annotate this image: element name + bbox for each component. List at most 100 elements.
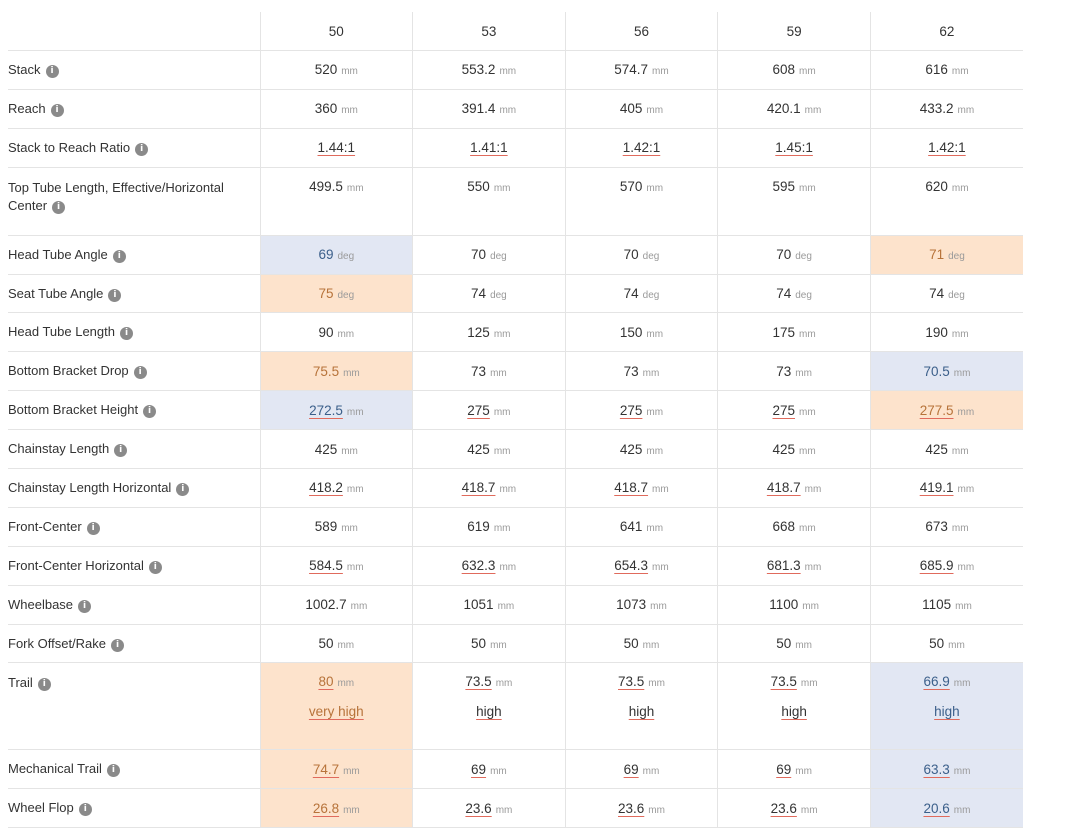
value-cell: 608 mm — [717, 50, 871, 90]
value-number[interactable]: 419.1 — [920, 480, 954, 495]
value-number[interactable]: 418.2 — [309, 480, 343, 495]
geometry-row-stack-to-reach-ratio: Stack to Reach Ratio i 1.44:1 1.41:1 1.42:1 1… — [8, 128, 1023, 168]
info-icon[interactable]: i — [135, 142, 149, 156]
info-icon[interactable]: i — [86, 521, 100, 535]
value-number[interactable]: 23.6 — [771, 801, 797, 816]
size-header-53[interactable]: 53 — [412, 12, 566, 51]
geometry-row-head-tube-length: Head Tube Length i 90 mm 125 mm 150 mm 175 mm 190 m… — [8, 312, 1023, 353]
value-number[interactable]: 20.6 — [923, 801, 949, 816]
value-number[interactable]: 275 — [620, 403, 643, 418]
value-number[interactable]: 63.3 — [923, 762, 949, 777]
value-cell: 1.42:1 — [564, 128, 718, 168]
info-icon[interactable]: i — [78, 599, 92, 613]
row-label: Bottom Bracket Height i — [8, 390, 260, 431]
value-unit: mm — [795, 367, 812, 379]
info-icon[interactable]: i — [176, 482, 190, 496]
value-number[interactable]: 73.5 — [771, 674, 797, 689]
info-icon[interactable]: i — [114, 444, 128, 458]
value-unit: mm — [341, 523, 358, 535]
value-number[interactable]: 418.7 — [767, 480, 801, 495]
value-number[interactable]: 74.7 — [313, 762, 339, 777]
value-number[interactable]: 681.3 — [767, 558, 801, 573]
value-number[interactable]: 66.9 — [923, 674, 949, 689]
value-unit: deg — [337, 251, 355, 263]
geometry-row-stack: Stack i 520 mm 553.2 mm 574.7 mm 608 mm 616 mm — [8, 50, 1023, 90]
value-number[interactable]: 277.5 — [920, 403, 954, 418]
info-icon[interactable]: i — [133, 366, 147, 380]
value-number[interactable]: 23.6 — [618, 801, 644, 816]
value-number[interactable]: 272.5 — [309, 403, 343, 418]
trail-descriptor[interactable]: high — [718, 704, 870, 719]
value-number[interactable]: 275 — [467, 403, 490, 418]
value-cell: 74.7 mm — [259, 749, 413, 790]
size-header-62[interactable]: 62 — [869, 12, 1023, 51]
trail-descriptor[interactable]: high — [566, 704, 718, 719]
value-cell: 275 mm — [717, 390, 871, 431]
trail-descriptor[interactable]: very high — [261, 704, 413, 719]
info-icon[interactable]: i — [143, 405, 157, 419]
geometry-row-reach: Reach i 360 mm 391.4 mm 405 mm 420.1 mm 433.2 mm — [8, 89, 1023, 129]
info-icon[interactable]: i — [45, 64, 59, 78]
value-number[interactable]: 418.7 — [614, 480, 648, 495]
value-number[interactable]: 632.3 — [462, 558, 496, 573]
value-number[interactable]: 73.5 — [465, 674, 491, 689]
value-number[interactable]: 1.42:1 — [928, 140, 966, 155]
value-number[interactable]: 69 — [776, 762, 791, 777]
value-unit: mm — [953, 367, 971, 379]
value-unit: mm — [642, 367, 660, 379]
row-label: Head Tube Angle i — [8, 235, 260, 275]
value-cell: 433.2 mm — [869, 89, 1023, 129]
value-number: 595 — [772, 178, 795, 194]
value-cell: 190 mm — [869, 312, 1023, 353]
info-icon[interactable]: i — [50, 103, 64, 117]
info-icon[interactable]: i — [111, 638, 125, 652]
value-number[interactable]: 26.8 — [313, 801, 339, 816]
value-number: 75.5 — [312, 363, 340, 379]
info-icon[interactable]: i — [37, 678, 51, 692]
value-unit: mm — [341, 445, 358, 457]
info-icon[interactable]: i — [148, 560, 162, 574]
value-cell: 620 mm — [869, 167, 1023, 236]
value-number: 1073 — [616, 597, 647, 613]
value-number[interactable]: 418.7 — [462, 480, 496, 495]
info-icon[interactable]: i — [52, 200, 66, 214]
value-cell: 1073 mm — [564, 585, 718, 625]
value-number[interactable]: 80 — [318, 674, 333, 689]
row-label-text: Stack — [8, 61, 41, 77]
value-unit: mm — [648, 678, 665, 690]
value-unit: mm — [804, 484, 822, 496]
size-header-56[interactable]: 56 — [564, 12, 718, 51]
value-number[interactable]: 69 — [624, 762, 639, 777]
value-cell: 23.6 mm — [717, 788, 871, 828]
value-number[interactable]: 1.42:1 — [623, 140, 661, 155]
value-cell: 23.6 mm — [564, 788, 718, 828]
value-cell: 589 mm — [259, 507, 413, 547]
value-number[interactable]: 584.5 — [309, 558, 343, 573]
info-icon[interactable]: i — [106, 764, 120, 778]
value-cell: 418.2 mm — [259, 468, 413, 508]
value-cell: 1.41:1 — [412, 128, 566, 168]
row-label-text: Bottom Bracket Drop — [8, 363, 129, 379]
value-number[interactable]: 1.45:1 — [775, 140, 813, 155]
value-cell: 73 mm — [412, 351, 566, 392]
trail-descriptor[interactable]: high — [871, 704, 1023, 719]
value-number: 1051 — [463, 597, 494, 613]
value-number[interactable]: 685.9 — [920, 558, 954, 573]
info-icon[interactable]: i — [119, 327, 133, 341]
value-number[interactable]: 275 — [772, 403, 795, 418]
value-number[interactable]: 1.41:1 — [470, 140, 508, 155]
value-number[interactable]: 1.44:1 — [318, 140, 356, 155]
size-header-50[interactable]: 50 — [259, 12, 413, 51]
info-icon[interactable]: i — [108, 288, 122, 302]
value-number[interactable]: 73.5 — [618, 674, 644, 689]
trail-descriptor[interactable]: high — [413, 704, 565, 719]
info-icon[interactable]: i — [78, 803, 92, 817]
geometry-row-mechanical-trail: Mechanical Trail i 74.7 mm 69 mm 69 mm 69 mm 63.3 m… — [8, 749, 1023, 790]
value-number: 668 — [772, 519, 795, 535]
size-header-59[interactable]: 59 — [717, 12, 871, 51]
value-number[interactable]: 23.6 — [465, 801, 491, 816]
value-number[interactable]: 654.3 — [614, 558, 648, 573]
value-number[interactable]: 69 — [471, 762, 486, 777]
info-icon[interactable]: i — [112, 249, 126, 263]
value-cell: 619 mm — [412, 507, 566, 547]
